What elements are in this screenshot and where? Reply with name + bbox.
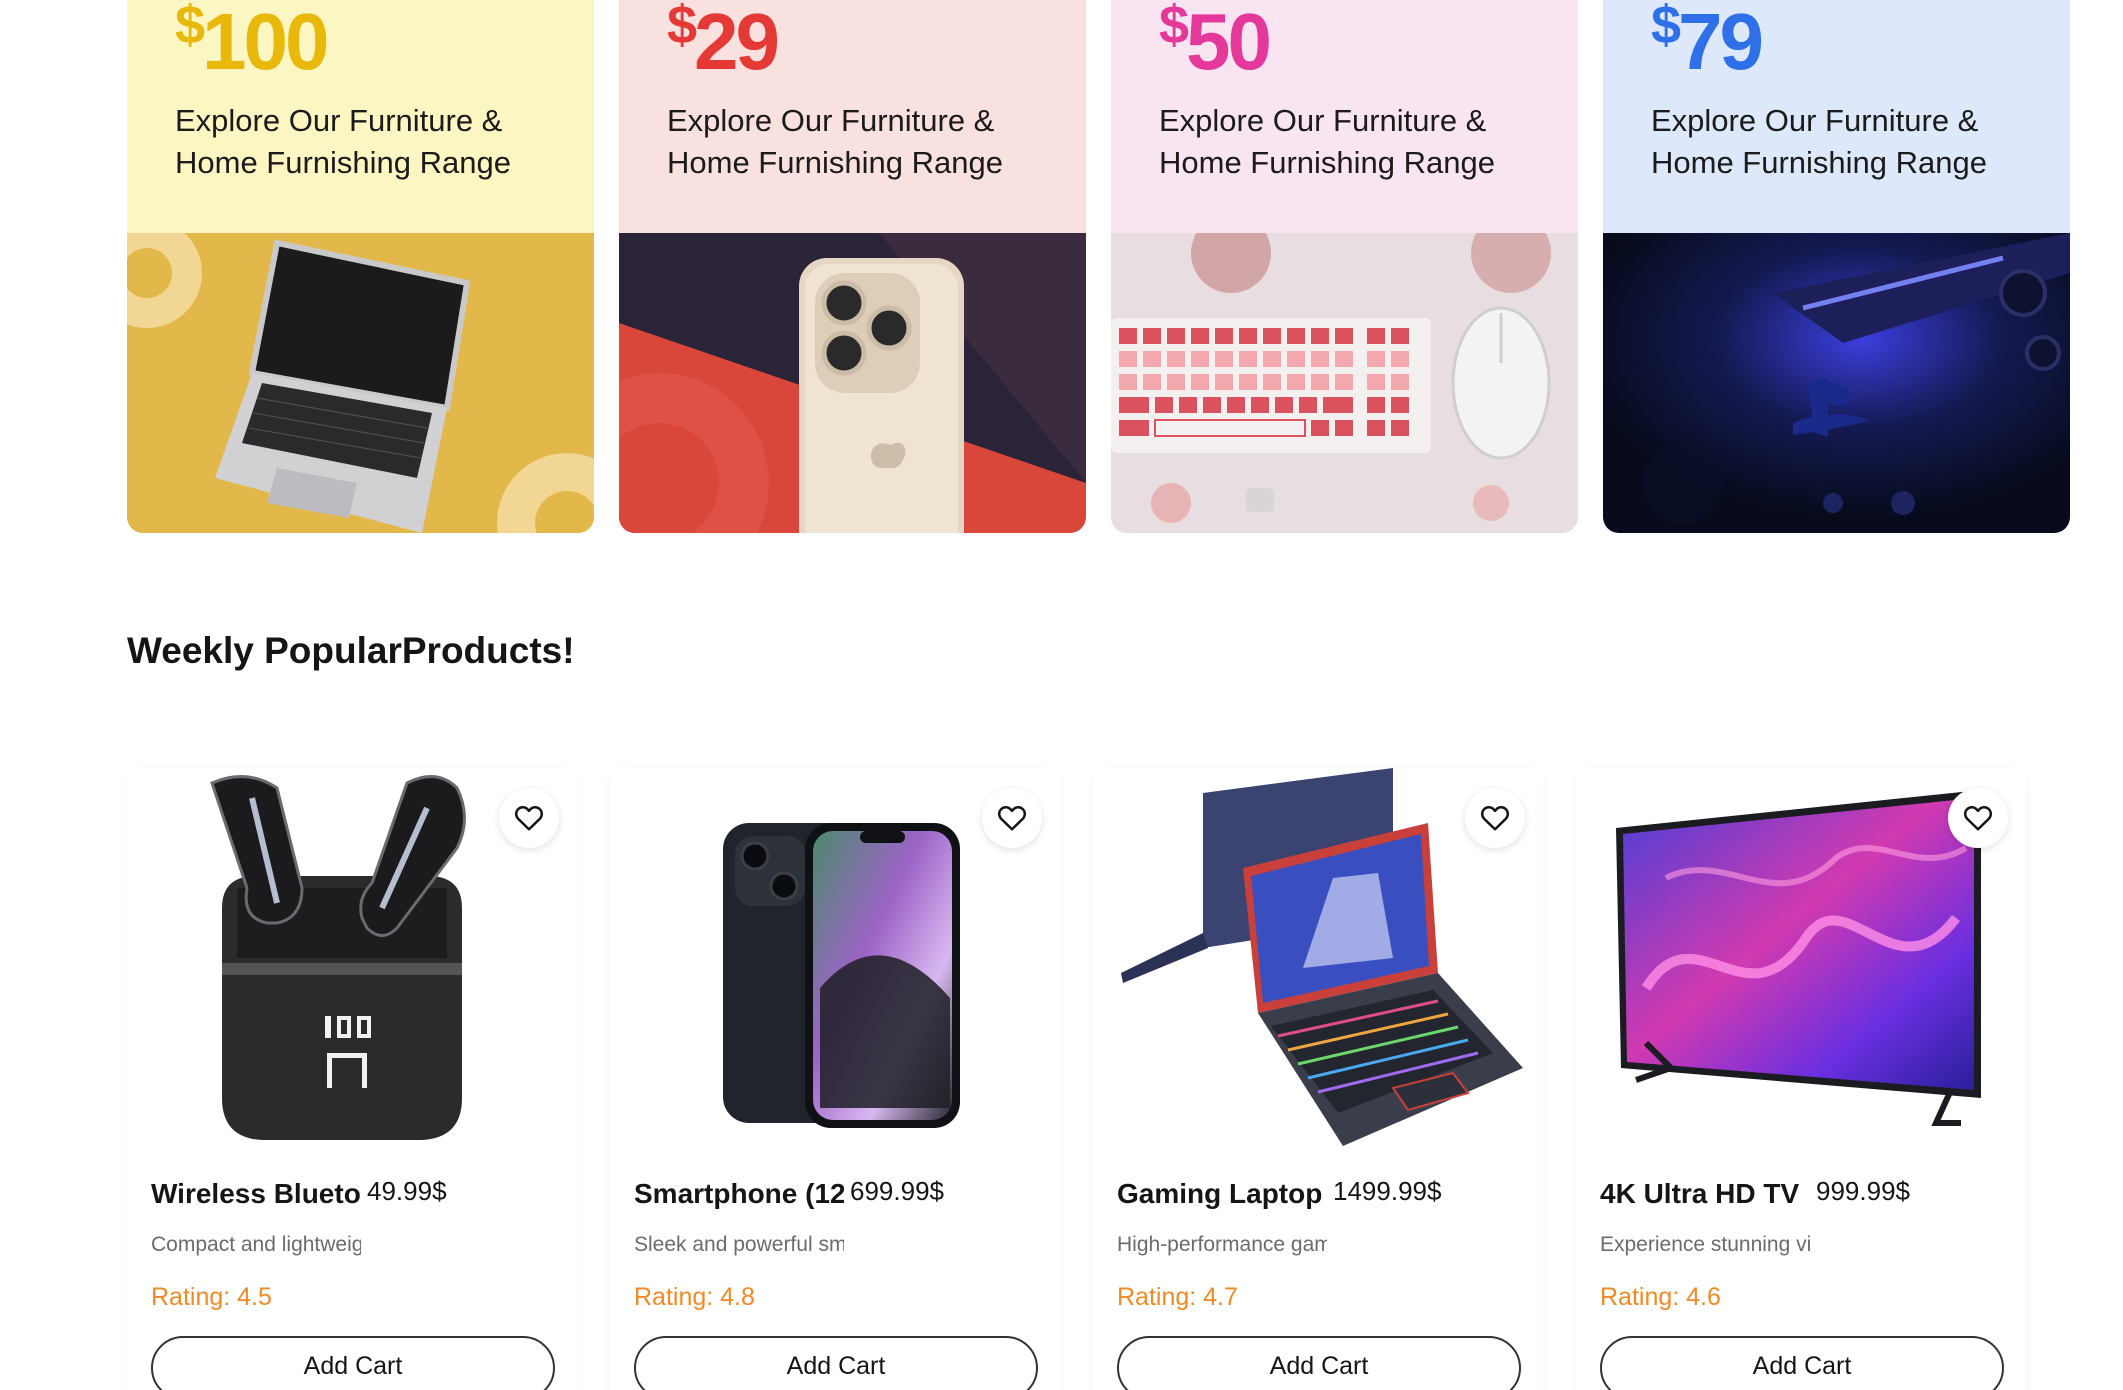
wishlist-button[interactable] bbox=[982, 788, 1042, 848]
product-card[interactable]: 4K Ultra HD TV 999.99$ Experience stunni… bbox=[1576, 768, 2026, 1390]
add-cart-button[interactable]: Add Cart bbox=[1117, 1336, 1521, 1390]
heart-icon bbox=[1480, 806, 1510, 831]
promo-price: $79 bbox=[1651, 0, 1764, 82]
product-card[interactable]: Gaming Laptop 1499.99$ High-performance … bbox=[1093, 768, 1543, 1390]
product-name: 4K Ultra HD TV bbox=[1600, 1178, 1800, 1209]
promo-card-keyboard[interactable]: $50 Explore Our Furniture & Home Furnish… bbox=[1111, 0, 1578, 533]
promo-text: Explore Our Furniture & Home Furnishing … bbox=[667, 103, 1004, 180]
promo-amount: 100 bbox=[202, 0, 329, 86]
wishlist-button[interactable] bbox=[1465, 788, 1525, 848]
promo-currency: $ bbox=[175, 0, 205, 55]
promo-text: Explore Our Furniture & Home Furnishing … bbox=[1159, 103, 1496, 180]
add-cart-button[interactable]: Add Cart bbox=[1600, 1336, 2004, 1390]
product-name: Gaming Laptop bbox=[1117, 1178, 1323, 1209]
product-price: 1499.99$ bbox=[1333, 1176, 1442, 1206]
wishlist-button[interactable] bbox=[499, 788, 559, 848]
product-rating: Rating: 4.6 bbox=[1600, 1283, 1721, 1311]
promo-price: $50 bbox=[1159, 0, 1272, 82]
heart-icon bbox=[1963, 806, 1993, 831]
product-description: High-performance gaming laptop bbox=[1117, 1233, 1327, 1256]
promo-banners: $100 Explore Our Furniture & Home Furnis… bbox=[127, 0, 2070, 533]
section-title: Weekly PopularProducts! bbox=[127, 630, 575, 671]
product-rating: Rating: 4.8 bbox=[634, 1283, 755, 1311]
promo-image-laptop bbox=[127, 233, 594, 533]
promo-header: $79 Explore Our Furniture & Home Furnish… bbox=[1603, 0, 2070, 233]
promo-image-keyboard bbox=[1111, 233, 1578, 533]
promo-image-console bbox=[1603, 233, 2070, 533]
product-card[interactable]: Wireless Bluetooth Earbuds 49.99$ Compac… bbox=[127, 768, 577, 1390]
product-name: Smartphone (128GB) bbox=[634, 1178, 844, 1209]
wishlist-button[interactable] bbox=[1948, 788, 2008, 848]
promo-amount: 79 bbox=[1678, 0, 1764, 86]
product-price: 49.99$ bbox=[367, 1176, 447, 1206]
product-description: Compact and lightweight bbox=[151, 1233, 361, 1256]
promo-text: Explore Our Furniture & Home Furnishing … bbox=[1651, 103, 1988, 180]
add-cart-button[interactable]: Add Cart bbox=[634, 1336, 1038, 1390]
promo-text: Explore Our Furniture & Home Furnishing … bbox=[175, 103, 512, 180]
promo-card-phone[interactable]: $29 Explore Our Furniture & Home Furnish… bbox=[619, 0, 1086, 533]
product-card[interactable]: Smartphone (128GB) 699.99$ Sleek and pow… bbox=[610, 768, 1060, 1390]
product-rating: Rating: 4.5 bbox=[151, 1283, 272, 1311]
promo-currency: $ bbox=[1159, 0, 1189, 55]
promo-image-phone bbox=[619, 233, 1086, 533]
promo-header: $50 Explore Our Furniture & Home Furnish… bbox=[1111, 0, 1578, 233]
product-description: Experience stunning visuals bbox=[1600, 1233, 1810, 1256]
product-description: Sleek and powerful smartphone bbox=[634, 1233, 844, 1256]
add-cart-button[interactable]: Add Cart bbox=[151, 1336, 555, 1390]
promo-price: $100 bbox=[175, 0, 330, 82]
promo-header: $29 Explore Our Furniture & Home Furnish… bbox=[619, 0, 1086, 233]
page: $100 Explore Our Furniture & Home Furnis… bbox=[0, 0, 2123, 1390]
heart-icon bbox=[514, 806, 544, 831]
promo-card-console[interactable]: $79 Explore Our Furniture & Home Furnish… bbox=[1603, 0, 2070, 533]
product-rating: Rating: 4.7 bbox=[1117, 1283, 1238, 1311]
product-price: 699.99$ bbox=[850, 1176, 944, 1206]
promo-amount: 29 bbox=[694, 0, 780, 86]
product-name: Wireless Bluetooth Earbuds bbox=[151, 1178, 361, 1209]
promo-header: $100 Explore Our Furniture & Home Furnis… bbox=[127, 0, 594, 233]
promo-price: $29 bbox=[667, 0, 780, 82]
product-price: 999.99$ bbox=[1816, 1176, 1910, 1206]
promo-amount: 50 bbox=[1186, 0, 1272, 86]
promo-currency: $ bbox=[1651, 0, 1681, 55]
promo-card-laptop[interactable]: $100 Explore Our Furniture & Home Furnis… bbox=[127, 0, 594, 533]
promo-currency: $ bbox=[667, 0, 697, 55]
heart-icon bbox=[997, 806, 1027, 831]
